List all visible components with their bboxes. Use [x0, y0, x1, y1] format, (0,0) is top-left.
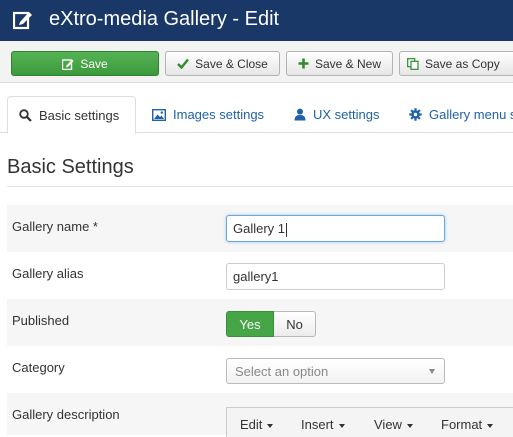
tab-label: Basic settings — [39, 107, 120, 123]
tab-gallery-menu-settings[interactable]: Gallery menu s — [409, 96, 513, 133]
tab-bar: Basic settings Images settings UX settin… — [0, 83, 513, 134]
tab-label: Images settings — [173, 107, 265, 122]
save-close-label: Save & Close — [195, 56, 268, 71]
gallery-alias-row: Gallery alias gallery1 — [7, 252, 513, 299]
divider — [7, 186, 513, 187]
published-no-button[interactable]: No — [274, 311, 316, 337]
published-yes-button[interactable]: Yes — [226, 311, 274, 337]
save-button[interactable]: Save — [11, 51, 159, 76]
save-new-label: Save & New — [314, 56, 382, 71]
editor-menu-format[interactable]: Format — [441, 417, 494, 432]
gallery-name-row: Gallery name * Gallery 1 — [7, 205, 513, 252]
gallery-alias-label: Gallery alias — [12, 266, 84, 281]
editor-menu-edit[interactable]: Edit — [240, 417, 274, 432]
user-icon — [294, 108, 306, 121]
edit-icon — [13, 11, 32, 30]
tab-label: UX settings — [313, 107, 380, 122]
gallery-name-input[interactable]: Gallery 1 — [226, 215, 445, 242]
title-bar: eXtro-media Gallery - Edit — [0, 0, 513, 41]
save-close-button[interactable]: Save & Close — [165, 51, 280, 76]
search-icon — [19, 108, 32, 122]
save-as-copy-button[interactable]: Save as Copy — [399, 51, 513, 76]
published-label: Published — [12, 313, 70, 328]
editor-menubar: Edit Insert View Format — [226, 407, 513, 437]
published-toggle: Yes No — [226, 311, 316, 337]
category-label: Category — [12, 360, 65, 375]
caret-down-icon — [338, 423, 345, 428]
tab-basic-settings[interactable]: Basic settings — [7, 96, 136, 134]
editor-menu-view[interactable]: View — [374, 417, 413, 432]
caret-down-icon — [406, 423, 413, 428]
gallery-alias-value: gallery1 — [233, 269, 279, 284]
plus-icon — [298, 58, 309, 69]
save-as-copy-label: Save as Copy — [425, 56, 500, 71]
save-button-label: Save — [80, 56, 108, 71]
menu-label: Edit — [240, 417, 263, 432]
page-title: eXtro-media Gallery - Edit — [49, 8, 280, 30]
tab-images-settings[interactable]: Images settings — [152, 96, 264, 133]
menu-label: View — [374, 417, 402, 432]
section-title: Basic Settings — [7, 156, 134, 178]
gallery-name-value: Gallery 1 — [233, 221, 286, 236]
tab-label: Gallery menu s — [429, 107, 513, 122]
text-cursor — [286, 222, 288, 237]
category-placeholder: Select an option — [235, 364, 329, 379]
chevron-down-icon — [429, 369, 435, 374]
category-select[interactable]: Select an option — [226, 358, 445, 384]
gallery-name-label: Gallery name * — [12, 219, 98, 234]
editor-menu-insert[interactable]: Insert — [301, 417, 345, 432]
gear-icon — [409, 108, 422, 121]
category-row: Category Select an option — [7, 346, 513, 393]
caret-down-icon — [487, 423, 494, 428]
check-icon — [177, 58, 190, 69]
copy-icon — [407, 57, 419, 70]
save-new-button[interactable]: Save & New — [286, 51, 393, 76]
gallery-alias-input[interactable]: gallery1 — [226, 263, 445, 290]
tab-ux-settings[interactable]: UX settings — [294, 96, 379, 133]
gallery-description-label: Gallery description — [12, 407, 120, 422]
published-row: Published Yes No — [7, 299, 513, 346]
menu-label: Insert — [301, 417, 334, 432]
edit-icon — [62, 58, 74, 70]
menu-label: Format — [441, 417, 483, 432]
caret-down-icon — [267, 423, 274, 428]
toolbar: Save Save & Close Save & New Save as Cop… — [0, 41, 513, 83]
image-icon — [152, 108, 166, 121]
